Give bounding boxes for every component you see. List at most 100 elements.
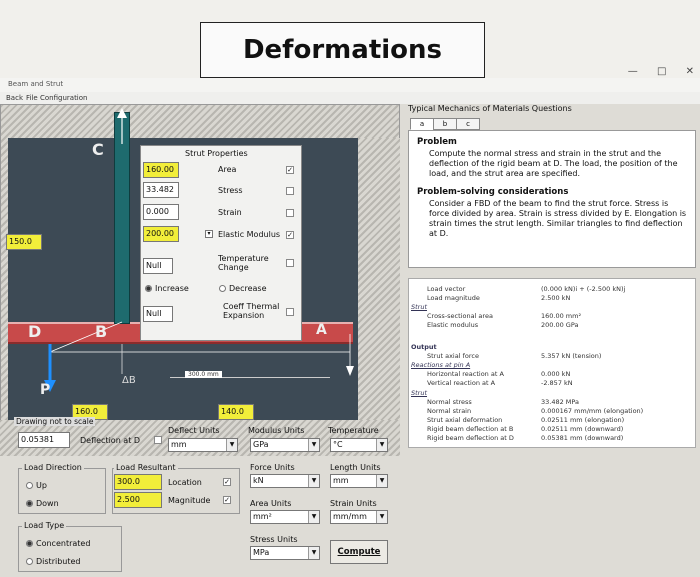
strain-field[interactable]: 0.000	[143, 204, 179, 220]
horizontal-reaction-label: Horizontal reaction at A	[427, 370, 504, 378]
cross-section-value: 160.00 mm²	[541, 312, 582, 320]
questions-title: Typical Mechanics of Materials Questions	[408, 104, 572, 113]
compute-button[interactable]: Compute	[330, 540, 388, 564]
arrow-up-head	[117, 108, 127, 118]
considerations-heading: Problem-solving considerations	[417, 187, 569, 197]
deflection-d-label: Rigid beam deflection at D	[427, 434, 514, 442]
area-units-select[interactable]: mm² ▼	[250, 510, 320, 524]
minimize-icon[interactable]: —	[628, 66, 638, 77]
location-checkbox[interactable]: ✓	[223, 478, 231, 486]
page-title: Deformations	[200, 22, 485, 78]
label-b: B	[95, 322, 108, 341]
chevron-down-icon: ▼	[376, 475, 387, 487]
coeff-thermal-field[interactable]: Null	[143, 306, 173, 322]
elastic-modulus-value: 200.00 GPa	[541, 321, 579, 329]
menu-configuration[interactable]: Configuration	[40, 94, 87, 102]
temp-change-field[interactable]: Null	[143, 258, 173, 274]
normal-stress-label: Normal stress	[427, 398, 472, 406]
stress-units-select[interactable]: MPa ▼	[250, 546, 320, 560]
axial-force-label: Strut axial force	[427, 352, 479, 360]
radio-off-icon	[26, 482, 33, 489]
strut-section-heading: Strut	[411, 303, 428, 311]
deflection-b-label: Rigid beam deflection at B	[427, 425, 514, 433]
menu-back[interactable]: Back	[6, 94, 23, 102]
left-position-field[interactable]: 150.0	[6, 234, 42, 250]
drawing-note: Drawing not to scale	[14, 417, 96, 426]
modulus-dropdown-icon[interactable]: ▾	[205, 230, 213, 238]
label-a: A	[316, 322, 327, 338]
menu-bar: Back File Configuration	[0, 92, 700, 104]
label-c: C	[92, 140, 104, 159]
radio-on-icon	[145, 285, 152, 292]
deflection-line	[49, 321, 123, 353]
axial-force-value: 5.357 kN (tension)	[541, 352, 602, 360]
temp-change-checkbox[interactable]	[286, 259, 294, 267]
radio-on-icon	[26, 540, 33, 547]
strain-units-select[interactable]: mm/mm ▼	[330, 510, 388, 524]
load-vector-value: (0.000 kN)i + (-2.500 kN)j	[541, 285, 626, 293]
location-label: Location	[168, 478, 202, 487]
strain-checkbox[interactable]	[286, 209, 294, 217]
load-position-field[interactable]: 140.0	[218, 404, 254, 420]
window-title: Beam and Strut	[8, 80, 64, 88]
deflect-units-select[interactable]: mm ▼	[168, 438, 238, 452]
temperature-select[interactable]: °C ▼	[330, 438, 388, 452]
considerations-text: Consider a FBD of the beam to find the s…	[429, 199, 687, 238]
elastic-modulus-label: Elastic modulus	[427, 321, 479, 329]
chevron-down-icon: ▼	[308, 439, 319, 451]
coeff-thermal-checkbox[interactable]	[286, 308, 294, 316]
stress-field[interactable]: 33.482	[143, 182, 179, 198]
load-resultant-title: Load Resultant	[114, 463, 178, 472]
area-checkbox[interactable]: ✓	[286, 166, 294, 174]
vertical-reaction-label: Vertical reaction at A	[427, 379, 496, 387]
vertical-reaction-value: -2.857 kN	[541, 379, 573, 387]
magnitude-checkbox[interactable]: ✓	[223, 496, 231, 504]
horizontal-reaction-value: 0.000 kN	[541, 370, 571, 378]
normal-stress-value: 33.482 MPa	[541, 398, 580, 406]
pin-arrow-head	[346, 366, 354, 376]
chevron-down-icon: ▼	[308, 475, 319, 487]
problem-text: Compute the normal stress and strain in …	[429, 149, 678, 178]
length-units-select[interactable]: mm ▼	[330, 474, 388, 488]
normal-strain-value: 0.000167 mm/mm (elongation)	[541, 407, 644, 415]
maximize-icon[interactable]: □	[657, 66, 666, 77]
radio-off-icon	[26, 558, 33, 565]
location-field[interactable]: 300.0	[114, 474, 162, 490]
deflect-units-title: Deflect Units	[168, 426, 220, 435]
modulus-units-select[interactable]: GPa ▼	[250, 438, 320, 452]
deflection-checkbox[interactable]	[154, 436, 162, 444]
distributed-radio[interactable]: Distributed	[26, 557, 80, 566]
tab-a[interactable]: a	[410, 118, 434, 130]
strut-props-title: Strut Properties	[185, 149, 248, 158]
load-magnitude-value: 2.500 kN	[541, 294, 571, 302]
modulus-field[interactable]: 200.00	[143, 226, 179, 242]
temp-change-label: Temperature Change	[218, 254, 269, 272]
increase-radio[interactable]: Increase	[145, 284, 189, 293]
problem-box: Problem Compute the normal stress and st…	[408, 130, 696, 268]
cross-section-label: Cross-sectional area	[427, 312, 493, 320]
menu-file[interactable]: File	[26, 94, 38, 102]
axial-deformation-label: Strut axial deformation	[427, 416, 503, 424]
stress-checkbox[interactable]	[286, 187, 294, 195]
problem-heading: Problem	[417, 137, 457, 147]
deflection-d-value: 0.05381 mm (downward)	[541, 434, 624, 442]
decrease-radio[interactable]: Decrease	[219, 284, 267, 293]
close-icon[interactable]: ✕	[686, 66, 694, 77]
deflection-output-field[interactable]: 0.05381	[18, 432, 70, 448]
modulus-units-title: Modulus Units	[248, 426, 305, 435]
modulus-checkbox[interactable]: ✓	[286, 231, 294, 239]
load-type-title: Load Type	[22, 521, 67, 530]
tab-c[interactable]: c	[456, 118, 480, 130]
magnitude-field[interactable]: 2.500	[114, 492, 162, 508]
area-field[interactable]: 160.00	[143, 162, 179, 178]
chevron-down-icon: ▼	[308, 511, 319, 523]
force-units-select[interactable]: kN ▼	[250, 474, 320, 488]
chevron-down-icon: ▼	[226, 439, 237, 451]
up-radio[interactable]: Up	[26, 481, 47, 490]
stress-units-title: Stress Units	[250, 535, 298, 544]
concentrated-radio[interactable]: Concentrated	[26, 539, 90, 548]
down-radio[interactable]: Down	[26, 499, 59, 508]
area-label: Area	[218, 165, 237, 174]
axial-deformation-value: 0.02511 mm (elongation)	[541, 416, 625, 424]
tab-b[interactable]: b	[433, 118, 457, 130]
